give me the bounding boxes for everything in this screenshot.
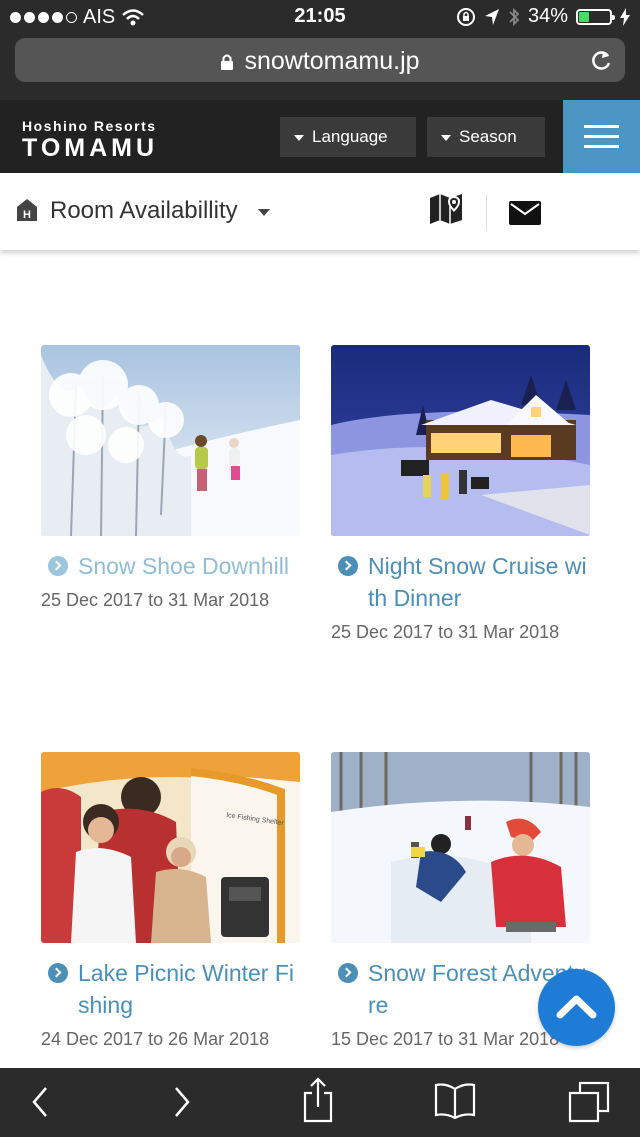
chevron-right-icon bbox=[48, 963, 68, 983]
triangle-down-icon bbox=[294, 134, 304, 141]
triangle-down-icon bbox=[441, 134, 451, 141]
reload-icon[interactable] bbox=[589, 47, 613, 73]
url-text: snowtomamu.jp bbox=[244, 47, 420, 75]
activity-dates: 25 Dec 2017 to 31 Mar 2018 bbox=[41, 590, 270, 610]
activity-card[interactable]: Snow Shoe Downhill 25 Dec 2017 to 31 Mar… bbox=[41, 345, 300, 611]
hamburger-menu-button[interactable] bbox=[563, 100, 640, 173]
address-bar[interactable]: snowtomamu.jp bbox=[15, 38, 625, 82]
chevron-right-icon bbox=[338, 556, 358, 576]
activity-title-link[interactable]: Night Snow Cruise wi th Dinner bbox=[331, 550, 590, 614]
activity-image[interactable] bbox=[331, 345, 590, 536]
activity-card[interactable]: Night Snow Cruise wi th Dinner 25 Dec 20… bbox=[331, 345, 590, 643]
share-icon[interactable] bbox=[300, 1077, 336, 1123]
language-select[interactable]: Language bbox=[280, 117, 416, 157]
back-arrow-icon[interactable] bbox=[28, 1082, 52, 1122]
season-label: Season bbox=[459, 127, 517, 146]
room-availability-bar: H Room Availabillity bbox=[0, 173, 640, 250]
divider bbox=[486, 195, 487, 231]
battery-icon bbox=[576, 8, 615, 25]
chevron-down-icon[interactable] bbox=[258, 209, 270, 216]
site-header: Hoshino Resorts TOMAMU Language Season bbox=[0, 100, 640, 173]
rotation-lock-icon bbox=[456, 7, 475, 26]
activity-dates: 25 Dec 2017 to 31 Mar 2018 bbox=[331, 622, 560, 642]
activity-dates: 24 Dec 2017 to 26 Mar 2018 bbox=[41, 1029, 270, 1049]
hamburger-icon bbox=[584, 125, 619, 128]
house-icon: H bbox=[17, 199, 37, 221]
tabs-icon[interactable] bbox=[568, 1081, 610, 1123]
activity-image[interactable]: Ice Fishing Shelter bbox=[41, 752, 300, 943]
mail-icon[interactable] bbox=[508, 200, 542, 226]
scroll-to-top-button[interactable] bbox=[538, 969, 615, 1046]
location-arrow-icon bbox=[484, 8, 499, 25]
battery-percent: 34% bbox=[527, 5, 568, 27]
status-bar: AIS 21:05 34% bbox=[0, 0, 640, 34]
activity-image[interactable] bbox=[41, 345, 300, 536]
status-right: 34% bbox=[456, 5, 630, 28]
activity-card[interactable]: Ice Fishing Shelter Lake Picnic Winter F… bbox=[41, 752, 300, 1050]
room-availability-dropdown[interactable]: Room Availabillity bbox=[50, 197, 238, 225]
charging-bolt-icon bbox=[620, 7, 630, 26]
language-label: Language bbox=[312, 127, 388, 146]
logo[interactable]: Hoshino Resorts TOMAMU bbox=[22, 118, 158, 162]
chevron-right-icon bbox=[338, 963, 358, 983]
map-icon[interactable] bbox=[428, 192, 464, 226]
activity-image[interactable] bbox=[331, 752, 590, 943]
browser-toolbar bbox=[0, 1068, 640, 1137]
chevron-up-icon bbox=[556, 995, 597, 1019]
bluetooth-icon bbox=[509, 7, 520, 26]
browser-chrome: snowtomamu.jp bbox=[0, 34, 640, 100]
chevron-right-icon bbox=[48, 556, 68, 576]
activity-title-link[interactable]: Lake Picnic Winter Fi shing bbox=[41, 957, 300, 1021]
lock-icon bbox=[221, 54, 234, 71]
logo-subtitle: Hoshino Resorts bbox=[22, 118, 157, 134]
activity-title-link[interactable]: Snow Shoe Downhill bbox=[41, 550, 300, 582]
season-select[interactable]: Season bbox=[427, 117, 545, 157]
svg-text:H: H bbox=[23, 209, 31, 221]
forward-arrow-icon[interactable] bbox=[170, 1082, 194, 1122]
logo-title: TOMAMU bbox=[22, 134, 159, 162]
bookmarks-icon[interactable] bbox=[434, 1081, 476, 1119]
